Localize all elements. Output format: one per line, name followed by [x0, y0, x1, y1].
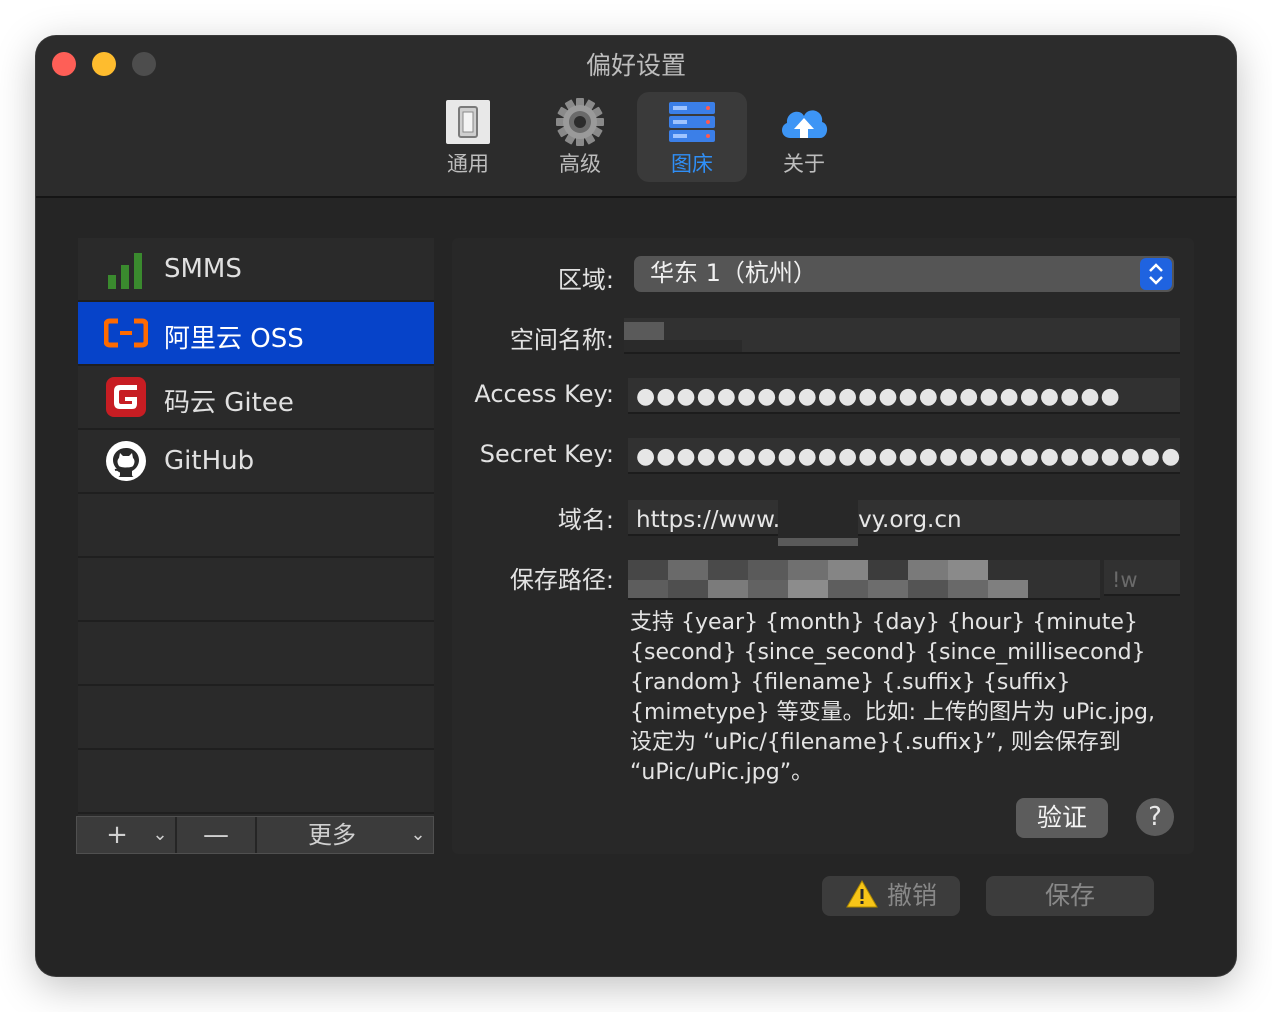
cloud-upload-icon	[781, 110, 828, 138]
secret-key-label: Secret Key:	[479, 440, 614, 468]
redacted-path-mosaic	[628, 560, 1028, 598]
gear-icon	[556, 98, 604, 146]
undo-label: 撤销	[886, 881, 937, 910]
sidebar-item-label: 码云 Gitee	[164, 388, 294, 418]
verify-label: 验证	[1036, 803, 1087, 832]
list-empty-row	[78, 494, 434, 558]
remove-host-button[interactable]: —	[177, 817, 255, 853]
tab-about-label: 关于	[783, 152, 825, 176]
region-select[interactable]: 华东 1（杭州）	[634, 256, 1174, 292]
host-settings-panel: 区域: 华东 1（杭州） 空间名称: Access Key: ●●●●●●●●●…	[452, 238, 1194, 854]
sidebar-item-aliyun-oss[interactable]: 阿里云 OSS	[78, 302, 434, 366]
aliyun-icon	[104, 318, 148, 348]
more-button[interactable]: 更多	[257, 817, 407, 853]
add-host-button[interactable]: +	[87, 817, 147, 853]
tab-image-host-label: 图床	[671, 152, 713, 176]
undo-button[interactable]: 撤销	[822, 876, 960, 916]
github-icon	[106, 441, 146, 481]
save-label: 保存	[1044, 881, 1095, 910]
titlebar: 偏好设置 通用 高级 图床 关于	[36, 36, 1236, 198]
tab-advanced-label: 高级	[559, 152, 601, 176]
domain-input[interactable]: https://www. vy.org.cn	[628, 500, 1180, 536]
list-empty-row	[78, 686, 434, 750]
bucket-input[interactable]	[624, 318, 1180, 354]
sidebar-toolbar: + ⌄ — 更多 ⌄	[76, 816, 434, 854]
window-title: 偏好设置	[585, 51, 686, 80]
secret-key-input[interactable]: ●●●●●●●●●●●●●●●●●●●●●●●●●●●●●●	[628, 438, 1180, 474]
add-dropdown-chevron-icon[interactable]: ⌄	[145, 817, 175, 853]
help-button[interactable]: ?	[1136, 798, 1174, 836]
sidebar-item-gitee[interactable]: 码云 Gitee	[78, 366, 434, 430]
help-label: ?	[1148, 802, 1162, 832]
path-help-text: 支持 {year} {month} {day} {hour} {minute} …	[630, 610, 1156, 785]
switch-icon	[446, 100, 490, 144]
add-label: +	[106, 820, 128, 850]
list-empty-row	[78, 750, 434, 814]
verify-button[interactable]: 验证	[1016, 798, 1108, 838]
domain-label: 域名:	[557, 506, 614, 534]
more-label: 更多	[308, 821, 356, 849]
warning-icon	[846, 879, 878, 908]
tab-general[interactable]: 通用	[413, 92, 523, 182]
domain-value-suffix: vy.org.cn	[858, 507, 962, 533]
tab-about[interactable]: 关于	[749, 92, 859, 182]
save-path-input[interactable]	[628, 560, 1100, 600]
server-icon	[669, 102, 715, 142]
sidebar-item-label: GitHub	[164, 446, 255, 476]
preferences-window: 偏好设置 通用 高级 图床 关于 SMMS 阿里云 OSS 码云 Gitee G…	[36, 36, 1236, 976]
select-arrows-icon	[1140, 258, 1172, 290]
image-host-list: SMMS 阿里云 OSS 码云 Gitee GitHub	[78, 238, 434, 816]
redacted-block	[778, 538, 858, 546]
gitee-icon	[106, 377, 146, 417]
bucket-label: 空间名称:	[509, 326, 614, 354]
sidebar-item-github[interactable]: GitHub	[78, 430, 434, 494]
sidebar-item-label: 阿里云 OSS	[164, 324, 304, 354]
list-empty-row	[78, 558, 434, 622]
tab-advanced[interactable]: 高级	[525, 92, 635, 182]
access-key-input[interactable]: ●●●●●●●●●●●●●●●●●●●●●●●●	[628, 378, 1180, 414]
smms-bars-icon	[108, 253, 142, 289]
region-value: 华东 1（杭州）	[650, 259, 817, 287]
more-chevron-down-icon[interactable]: ⌄	[403, 817, 433, 853]
access-key-label: Access Key:	[474, 380, 614, 408]
tab-image-host[interactable]: 图床	[637, 92, 747, 182]
sidebar-item-smms[interactable]: SMMS	[78, 238, 434, 302]
list-empty-row	[78, 622, 434, 686]
tab-general-label: 通用	[447, 152, 489, 176]
save-button[interactable]: 保存	[986, 876, 1154, 916]
sidebar-item-label: SMMS	[164, 254, 242, 284]
path-label: 保存路径:	[509, 566, 614, 594]
redacted-block	[624, 322, 664, 340]
redacted-block	[624, 340, 742, 352]
redacted-block	[778, 494, 858, 538]
path-suffix-input[interactable]: !w	[1104, 560, 1180, 596]
domain-value-prefix: https://www.	[636, 507, 781, 533]
region-label: 区域:	[557, 266, 614, 294]
remove-label: —	[203, 820, 229, 850]
